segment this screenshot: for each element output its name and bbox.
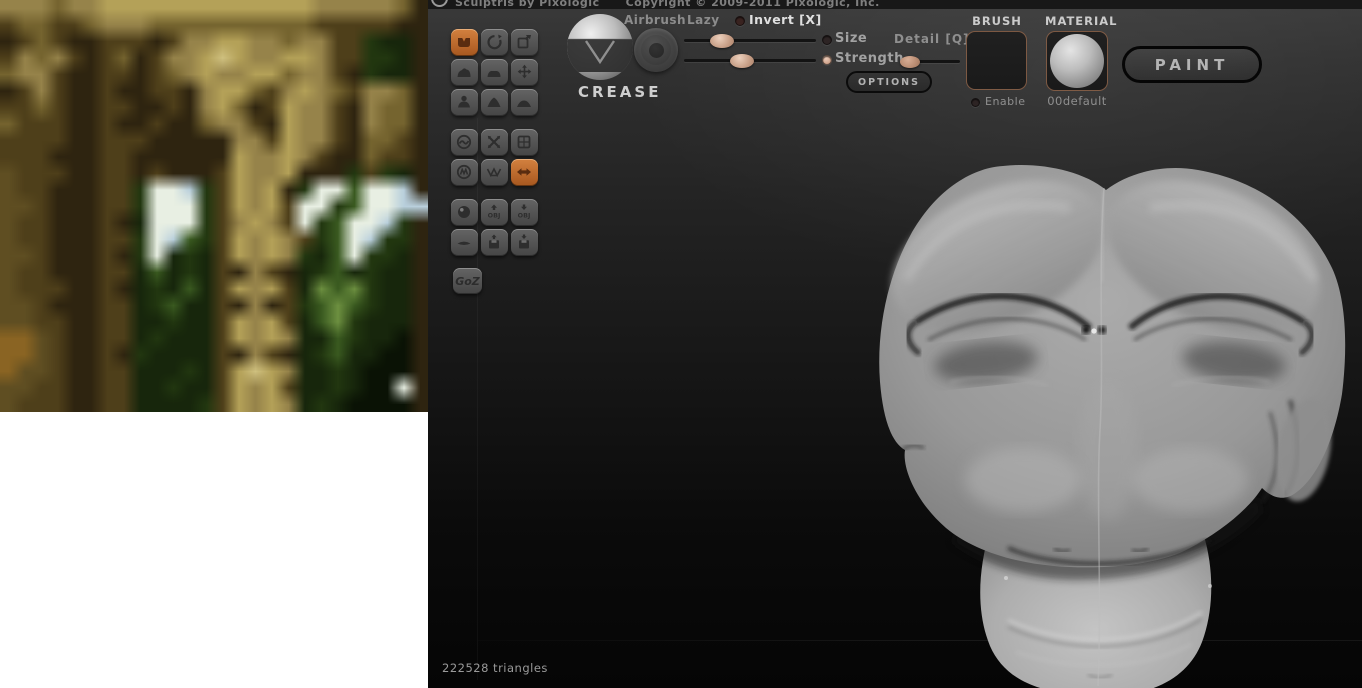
tool-grab-button[interactable]	[511, 59, 538, 86]
circle-zigzag-icon	[455, 163, 474, 182]
tool-rotate-button[interactable]	[481, 29, 508, 56]
strength-slider[interactable]	[684, 59, 816, 62]
options-button[interactable]: OPTIONS	[846, 71, 932, 93]
new-sphere-button[interactable]	[451, 199, 478, 226]
reference-image	[0, 0, 428, 412]
x-arrows-icon	[485, 133, 504, 152]
tool-scale-button[interactable]	[511, 29, 538, 56]
sphere-icon	[455, 203, 474, 222]
detail-slider-knob[interactable]	[900, 56, 920, 68]
tool-wireframe-button[interactable]	[481, 159, 508, 186]
tool-crease-button[interactable]	[451, 29, 478, 56]
brush-section-label: BRUSH	[966, 14, 1028, 28]
sculpt-viewport-model[interactable]	[858, 150, 1362, 688]
brush-falloff-preview[interactable]	[634, 28, 678, 72]
export-obj-button[interactable]: OBJ	[481, 199, 508, 226]
size-slider-knob[interactable]	[710, 34, 734, 48]
falloff-center-dot	[649, 43, 664, 58]
svg-text:OBJ: OBJ	[518, 212, 531, 220]
flatten-blob-icon	[485, 63, 504, 82]
tool-symmetry-button[interactable]	[511, 159, 538, 186]
detail-slider[interactable]	[906, 60, 960, 63]
tool-pinch-button[interactable]	[481, 89, 508, 116]
tool-reduce-selected-button[interactable]	[451, 159, 478, 186]
material-sphere-preview[interactable]	[1050, 34, 1104, 88]
strength-radio[interactable]	[822, 55, 832, 65]
plane-disc-icon	[455, 233, 474, 252]
disk-down-icon	[515, 233, 534, 252]
lazy-toggle[interactable]: Lazy	[687, 13, 720, 27]
material-name: 00default	[1040, 94, 1114, 108]
brush-enable-label: Enable	[985, 95, 1025, 108]
tool-flatten-button[interactable]	[481, 59, 508, 86]
falloff-ring	[641, 35, 671, 65]
double-arrow-icon	[515, 163, 534, 182]
brush-texture-slot[interactable]	[966, 31, 1027, 90]
four-way-arrow-icon	[515, 63, 534, 82]
draw-blob-icon	[455, 63, 474, 82]
material-slot[interactable]	[1046, 31, 1108, 91]
strength-label: Strength	[835, 51, 904, 66]
detail-label: Detail [Q]	[894, 32, 970, 46]
tool-inflate-button[interactable]	[451, 89, 478, 116]
screen: Sculptris by Pixologic Copyright © 2009-…	[0, 0, 1362, 688]
paint-mode-button[interactable]: PAINT	[1122, 46, 1262, 83]
goz-button[interactable]: GoZ	[453, 268, 482, 294]
open-file-button[interactable]	[481, 229, 508, 256]
active-tool-label: CREASE	[578, 83, 661, 101]
size-slider[interactable]	[684, 39, 816, 42]
triangle-count-status: 222528 triangles	[442, 661, 548, 675]
size-label: Size	[835, 31, 867, 46]
sculptris-logo-icon	[431, 0, 448, 7]
inflate-blob-icon	[455, 93, 474, 112]
sculptris-window: Sculptris by Pixologic Copyright © 2009-…	[428, 0, 1362, 688]
svg-text:OBJ: OBJ	[488, 212, 501, 220]
material-section-label: MATERIAL	[1045, 14, 1109, 28]
crease-pinch-icon	[455, 33, 474, 52]
size-radio[interactable]	[822, 35, 832, 45]
rotate-arrow-icon	[485, 33, 504, 52]
pinch-blob-icon	[485, 93, 504, 112]
smooth-blob-icon	[515, 93, 534, 112]
tool-subdivide-button[interactable]	[511, 129, 538, 156]
strength-slider-knob[interactable]	[730, 54, 754, 68]
obj-up-icon: OBJ	[485, 203, 504, 222]
invert-toggle[interactable]: Invert [X]	[749, 12, 822, 27]
tool-mask-button[interactable]	[451, 129, 478, 156]
airbrush-toggle[interactable]: Airbrush	[624, 13, 686, 27]
circle-wave-icon	[455, 133, 474, 152]
new-plane-button[interactable]	[451, 229, 478, 256]
tool-smooth-button[interactable]	[511, 89, 538, 116]
window-title: Sculptris by Pixologic Copyright © 2009-…	[455, 0, 880, 9]
wireframe-w-icon	[485, 163, 504, 182]
save-file-button[interactable]	[511, 229, 538, 256]
grid-square-icon	[515, 133, 534, 152]
tool-draw-button[interactable]	[451, 59, 478, 86]
tool-reduce-brush-button[interactable]	[481, 129, 508, 156]
brush-enable-radio[interactable]	[971, 98, 980, 107]
obj-down-icon: OBJ	[515, 203, 534, 222]
import-obj-button[interactable]: OBJ	[511, 199, 538, 226]
disk-up-icon	[485, 233, 504, 252]
invert-radio[interactable]	[735, 16, 745, 26]
scale-rect-arrow-icon	[515, 33, 534, 52]
